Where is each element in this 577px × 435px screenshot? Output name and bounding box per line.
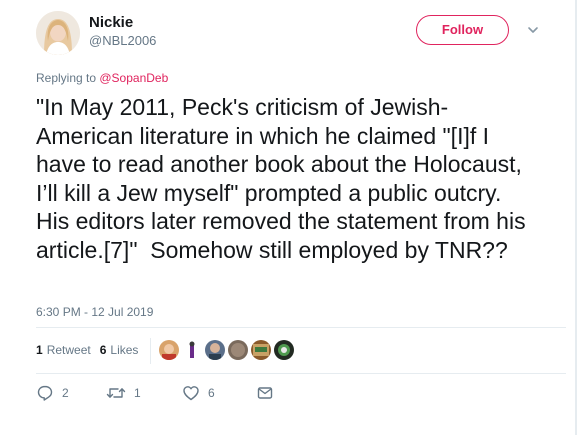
like-count: 6 <box>208 386 215 400</box>
replying-to: Replying to @SopanDeb <box>36 71 168 85</box>
liker-avatar[interactable] <box>205 340 225 360</box>
divider-bottom <box>36 373 566 374</box>
direct-message-icon <box>256 384 274 402</box>
retweets-count: 1 <box>36 343 43 357</box>
likes-count: 6 <box>99 343 107 357</box>
tweet-text: "In May 2011, Peck's criticism of Jewish… <box>36 94 532 263</box>
reply-mention-link[interactable]: @SopanDeb <box>99 71 168 85</box>
user-name[interactable]: Nickie <box>89 14 133 31</box>
likes-label: Likes <box>110 343 139 357</box>
reply-icon <box>36 384 54 402</box>
tweet-actions: 2 1 6 <box>36 384 296 404</box>
stats-separator <box>150 338 151 364</box>
liker-avatar[interactable] <box>159 340 179 360</box>
liker-avatars <box>159 340 297 360</box>
liker-avatar[interactable] <box>251 340 271 360</box>
like-button[interactable]: 6 <box>182 384 215 402</box>
reply-button[interactable]: 2 <box>36 384 69 402</box>
retweet-icon <box>106 384 126 402</box>
user-avatar[interactable] <box>36 11 80 55</box>
like-icon <box>182 384 200 402</box>
retweet-button[interactable]: 1 <box>106 384 141 402</box>
divider-top <box>36 327 566 328</box>
liker-avatar[interactable] <box>182 340 202 360</box>
retweet-count: 1 <box>134 386 141 400</box>
retweets-stat[interactable]: 1 Retweet <box>36 343 91 357</box>
likes-stat[interactable]: 6 Likes <box>100 343 139 357</box>
retweets-label: Retweet <box>46 343 91 357</box>
follow-button[interactable]: Follow <box>416 15 509 45</box>
replying-to-label: Replying to <box>36 71 100 85</box>
direct-message-button[interactable] <box>256 384 274 402</box>
liker-avatar[interactable] <box>228 340 248 360</box>
user-handle[interactable]: @NBL2006 <box>89 33 156 48</box>
reply-count: 2 <box>62 386 69 400</box>
liker-avatar[interactable] <box>274 340 294 360</box>
chevron-down-icon[interactable] <box>526 23 540 37</box>
tweet-timestamp[interactable]: 6:30 PM - 12 Jul 2019 <box>36 305 153 319</box>
tweet-stats: 1 Retweet 6 Likes <box>36 343 147 357</box>
